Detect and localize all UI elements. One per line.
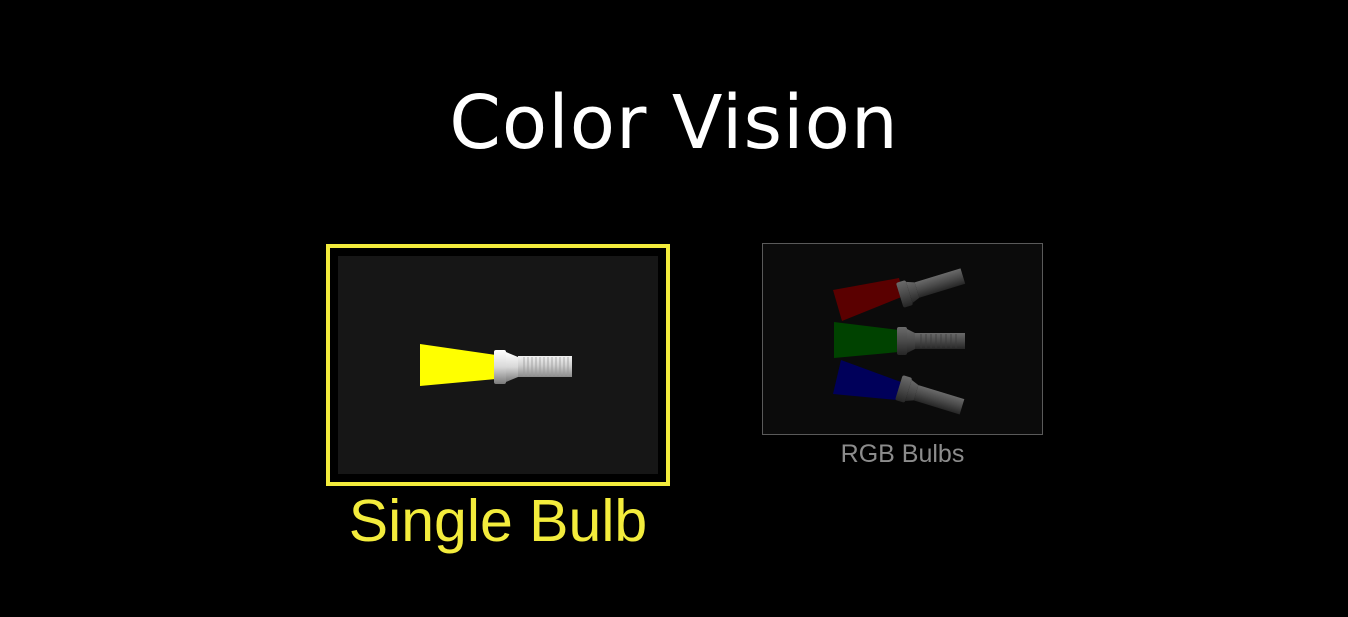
flashlight-icon (420, 344, 572, 386)
rgb-flashlights-icon (833, 268, 966, 415)
single-bulb-thumbnail (326, 244, 670, 486)
rgb-bulbs-screen-button[interactable]: RGB Bulbs (762, 243, 1043, 468)
rgb-bulbs-label: RGB Bulbs (840, 440, 965, 468)
page-title: Color Vision (449, 80, 899, 166)
red-flashlight-icon (833, 268, 966, 321)
blue-flashlight-icon (833, 360, 965, 415)
single-bulb-screen-button[interactable]: Single Bulb (326, 244, 670, 554)
rgb-bulbs-thumbnail (762, 243, 1043, 435)
single-bulb-label: Single Bulb (348, 488, 648, 554)
single-bulb-thumbnail-canvas (338, 256, 658, 474)
green-flashlight-icon (834, 322, 965, 358)
light-beam (420, 344, 496, 386)
